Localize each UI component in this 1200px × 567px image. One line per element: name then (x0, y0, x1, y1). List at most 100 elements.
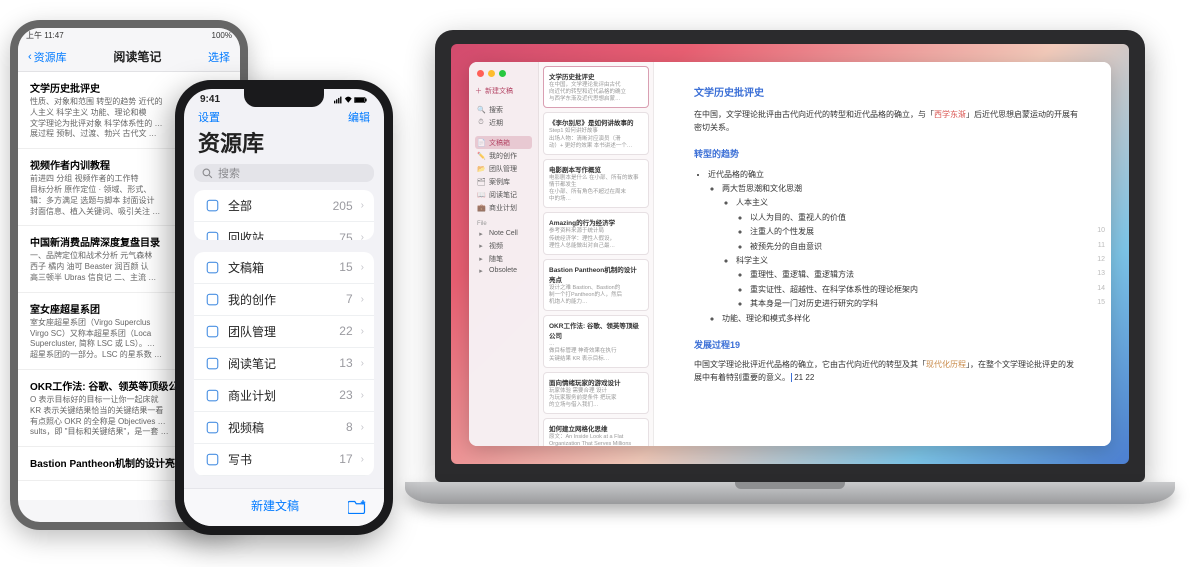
sidebar-item-label: 搜索 (489, 105, 503, 115)
back-label: 资源库 (34, 49, 67, 65)
sidebar-item-label: 商业计划 (489, 203, 517, 213)
video-icon (204, 419, 220, 435)
note-card[interactable]: 电影剧本写作概览电影剧本是什么 在小部、所有的故事情节都发生在小部、所有角色不超… (543, 159, 649, 209)
signal-wifi-battery-icon (334, 95, 368, 105)
sidebar-item-label: Note Cell (489, 230, 518, 237)
card-body: 在中国，文学理论批评由古代向近代的转型和近代品格的确立与西学东渐及近代思想启蒙… (549, 82, 643, 103)
library-row[interactable]: 视频稿8› (194, 412, 374, 444)
nav-bar: ‹ 资源库 阅读笔记 选择 (18, 42, 240, 72)
sidebar-item[interactable]: 📄文稿箱 (475, 136, 532, 149)
card-title: 文学历史批评史 (549, 71, 643, 81)
library-row[interactable]: 回收站75› (194, 222, 374, 239)
minimize-icon[interactable] (488, 70, 495, 77)
card-body: 电影剧本是什么 在小部、所有的故事情节都发生在小部、所有角色不超过在周末中的场… (549, 175, 643, 204)
sidebar-item[interactable]: 📖阅读笔记 (475, 188, 532, 201)
card-title: 面向情绪玩家的游戏设计 (549, 377, 643, 387)
sidebar-item-icon: ⏱ (477, 119, 485, 127)
new-doc-button[interactable]: 新建文稿 (251, 497, 299, 514)
row-count: 13 (339, 356, 352, 370)
tray-icon (204, 198, 220, 214)
row-count: 15 (339, 260, 352, 274)
sidebar-item-icon: 🗂 (477, 178, 485, 186)
trash-icon (204, 230, 220, 240)
outline-list: 近代品格的确立 两大哲思潮和文化思潮 人本主义 以人为目的、重视人的价值 注重人… (694, 168, 1081, 326)
document-editor[interactable]: 文学历史批评史 在中国，文学理论批评由古代向近代的转型和近代品格的确立，与「西学… (654, 62, 1111, 446)
sidebar-item-label: 文稿箱 (489, 138, 510, 148)
card-title: Amazing的行为经济学 (549, 217, 643, 227)
card-title: 《李尔别尼》是如何讲故事的 (549, 117, 643, 127)
sidebar-item-label: 我的创作 (489, 151, 517, 161)
bottom-bar: 新建文稿 (184, 488, 384, 526)
status-icons (334, 95, 368, 105)
status-time: 上午 11:47 (26, 30, 64, 41)
list-item: 重理性、重逻辑、重逻辑方法13 (750, 268, 1081, 282)
main-section: 全部205›回收站75› (194, 190, 374, 239)
library-row[interactable]: 全部205› (194, 190, 374, 222)
row-label: 文稿箱 (228, 259, 331, 276)
search-placeholder: 搜索 (218, 165, 240, 181)
sidebar-item[interactable]: ▸Obsolete (475, 265, 532, 276)
note-card[interactable]: Amazing的行为经济学参考资料来源于统计局传统经济学：理性人假设，理性人总能… (543, 212, 649, 254)
sidebar-item[interactable]: 💼商业计划 (475, 201, 532, 214)
doc-icon (204, 259, 220, 275)
sidebar-item[interactable]: ▸随笔 (475, 252, 532, 265)
library-row[interactable]: 团队管理22› (194, 316, 374, 348)
folder-plus-icon (348, 498, 366, 514)
sidebar-item[interactable]: ▸Note Cell (475, 228, 532, 239)
sidebar-item[interactable]: ⏱ 近期 (475, 116, 532, 129)
row-count: 22 (339, 324, 352, 338)
settings-button[interactable]: 设置 (198, 109, 220, 125)
note-card[interactable]: OKR工作法: 谷歌、领英等顶级公司…做目标管理 神奇效果在执行关键结果 KR … (543, 315, 649, 367)
card-body: 参考资料来源于统计局传统经济学：理性人假设，理性人总能做出对自己最… (549, 228, 643, 249)
notes-list-column[interactable]: 文学历史批评史在中国，文学理论批评由古代向近代的转型和近代品格的确立与西学东渐及… (539, 62, 654, 446)
sidebar-item-icon: ▸ (477, 267, 485, 275)
sidebar-item-icon: ✏️ (477, 152, 485, 160)
sidebar-item[interactable]: 🔍 搜索 (475, 103, 532, 116)
note-icon (204, 355, 220, 371)
doc-paragraph: 在中国，文学理论批评由古代向近代的转型和近代品格的确立，与「西学东渐」后近代思想… (694, 109, 1081, 135)
close-icon[interactable] (477, 70, 484, 77)
row-label: 写书 (228, 451, 331, 468)
edit-button[interactable]: 编辑 (348, 109, 370, 125)
library-row[interactable]: 商业计划23› (194, 380, 374, 412)
chevron-right-icon: › (361, 390, 364, 401)
sidebar-item[interactable]: 📂团队管理 (475, 162, 532, 175)
sidebar-item[interactable]: 🗂案例库 (475, 175, 532, 188)
library-row[interactable]: 文稿箱15› (194, 252, 374, 284)
library-row[interactable]: 我的创作7› (194, 284, 374, 316)
zoom-icon[interactable] (499, 70, 506, 77)
select-button[interactable]: 选择 (208, 49, 230, 65)
sidebar-item[interactable]: ▸视频 (475, 239, 532, 252)
library-row[interactable]: 写书17› (194, 444, 374, 476)
new-doc-button[interactable]: ＋ 新建文稿 (475, 84, 532, 102)
plus-icon: ＋ (475, 86, 482, 96)
back-button[interactable]: ‹ 资源库 (28, 49, 67, 65)
note-card[interactable]: Bastion Pantheon机制的设计亮点设计之难 Bastion、Bast… (543, 259, 649, 311)
app-window: ＋ 新建文稿 🔍 搜索 ⏱ 近期 📄文稿箱 ✏️ 我的创作📂团队管理🗂案例库📖阅读笔记💼商… (469, 62, 1111, 446)
sidebar-item-icon: 🔍 (477, 106, 485, 114)
new-folder-button[interactable] (348, 498, 366, 514)
row-count: 75 (339, 231, 352, 240)
sidebar-item-icon: 📖 (477, 191, 485, 199)
note-card[interactable]: 文学历史批评史在中国，文学理论批评由古代向近代的转型和近代品格的确立与西学东渐及… (543, 66, 649, 108)
library-row[interactable]: 阅读笔记13› (194, 348, 374, 380)
note-card[interactable]: 面向情绪玩家的游戏设计玩家体验 需要合理 设计为玩家服务前提条件 把玩家的立场与… (543, 372, 649, 414)
row-count: 205 (333, 199, 353, 213)
page-title: 阅读笔记 (113, 48, 161, 65)
list-item: 被预先分的自由意识11 (750, 240, 1081, 254)
laptop: ＋ 新建文稿 🔍 搜索 ⏱ 近期 📄文稿箱 ✏️ 我的创作📂团队管理🗂案例库📖阅读笔记💼商… (405, 30, 1175, 504)
traffic-lights[interactable] (475, 68, 532, 83)
card-body: 原文：An Inside Look at a FlatOrganization … (549, 434, 643, 446)
note-card[interactable]: 如何建立网格化思维原文：An Inside Look at a FlatOrga… (543, 418, 649, 446)
note-card[interactable]: 《李尔别尼》是如何讲故事的Step1 如何讲好故事出场人物：清晰对应演员（滑动）… (543, 112, 649, 154)
categories-section: 文稿箱15›我的创作7›团队管理22›阅读笔记13›商业计划23›视频稿8›写书… (194, 252, 374, 476)
sidebar-item-label: 视频 (489, 241, 503, 251)
sidebar-item[interactable]: ✏️ 我的创作 (475, 149, 532, 162)
search-input[interactable]: 搜索 (194, 164, 374, 183)
sidebar-item-label: 近期 (489, 118, 503, 128)
row-label: 回收站 (228, 229, 331, 239)
highlight-text: 现代化历程 (926, 360, 966, 369)
list-item: 重实证性、超越性、在科学体系性的理论框架内14 (750, 283, 1081, 297)
row-count: 8 (346, 420, 353, 434)
sidebar-section-header: File (475, 221, 532, 227)
